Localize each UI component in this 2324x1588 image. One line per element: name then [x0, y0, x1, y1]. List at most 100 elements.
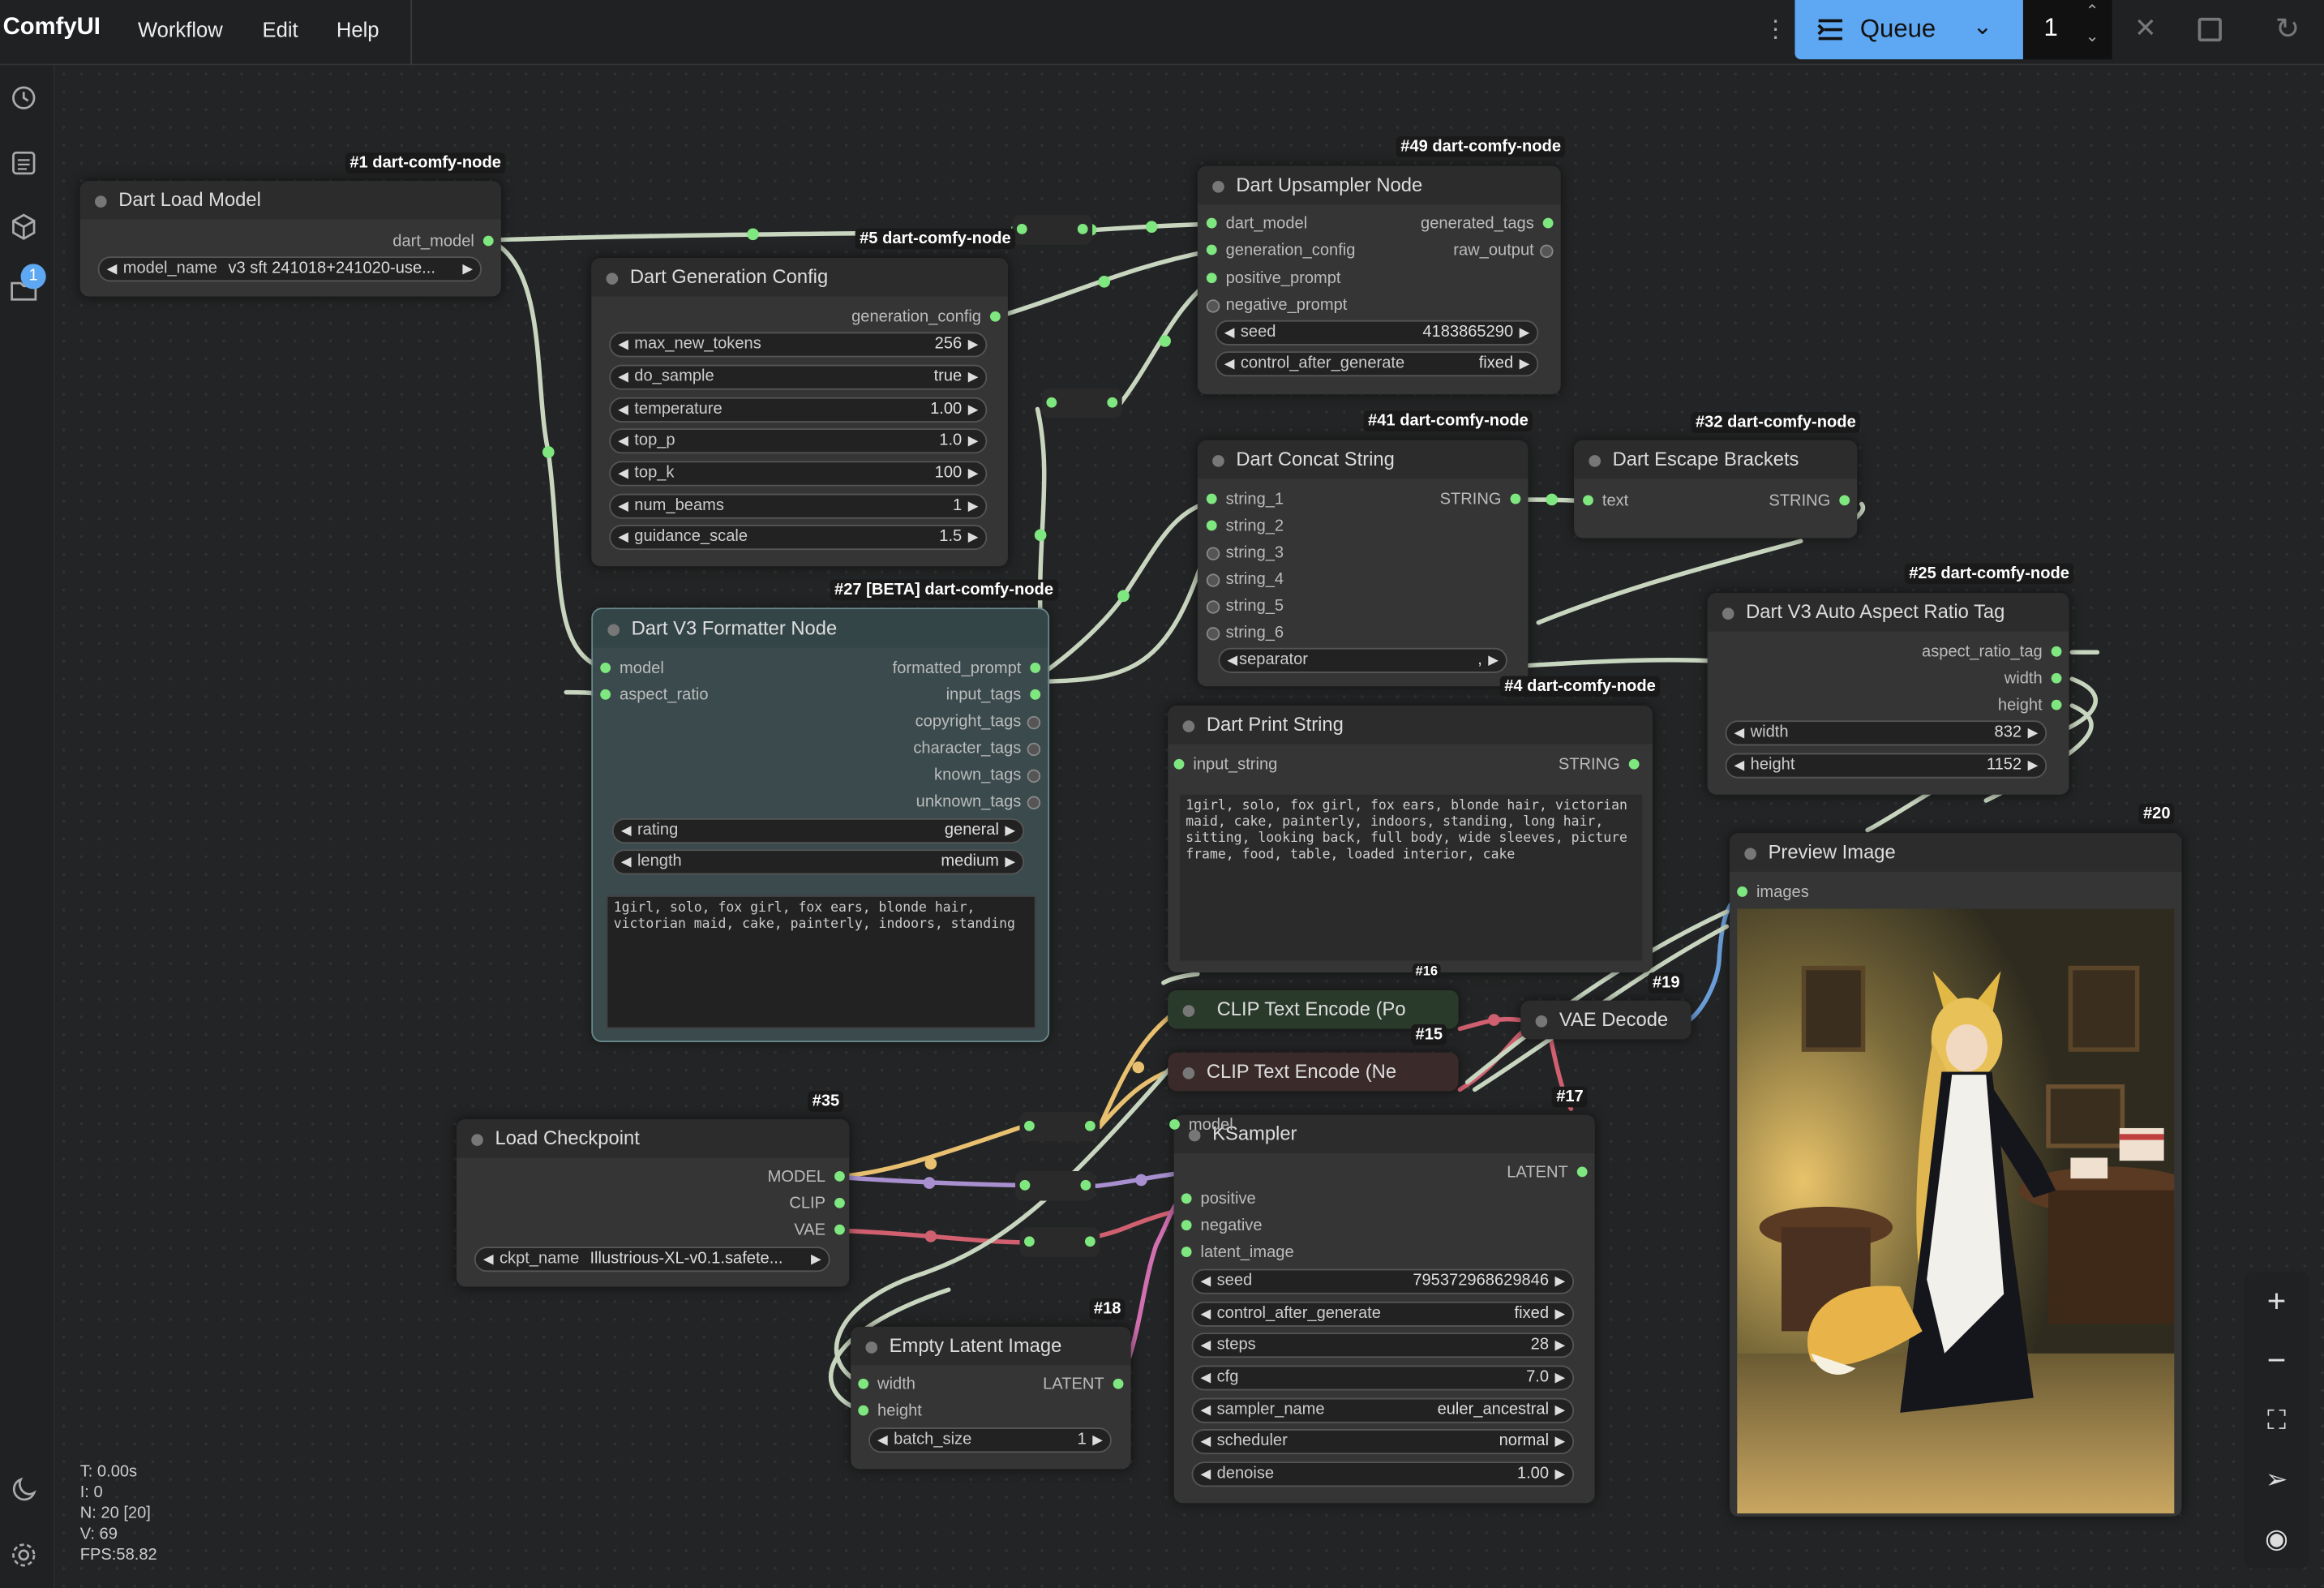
- output-dart-model[interactable]: dart_model: [392, 231, 494, 252]
- output-aspect-ratio-tag[interactable]: aspect_ratio_tag: [1922, 642, 2063, 663]
- menu-edit[interactable]: Edit: [263, 18, 298, 41]
- widget-scheduler[interactable]: schedulernormal: [1191, 1428, 1575, 1455]
- output-vae[interactable]: VAE: [794, 1220, 846, 1241]
- output-character-tags[interactable]: character_tags: [913, 738, 1040, 759]
- node-title[interactable]: VAE Decode: [1520, 1000, 1692, 1040]
- cube-icon[interactable]: [9, 212, 39, 242]
- output-formatted-prompt[interactable]: formatted_prompt: [893, 659, 1040, 680]
- output-known-tags[interactable]: known_tags: [934, 765, 1040, 786]
- zoom-in-button[interactable]: +: [2244, 1272, 2309, 1332]
- chevron-up-icon[interactable]: ⌃: [2086, 2, 2099, 21]
- output-string[interactable]: STRING: [1440, 489, 1520, 510]
- reroute-node[interactable]: [1019, 1227, 1100, 1257]
- input-images[interactable]: images: [1737, 882, 1809, 903]
- square-icon[interactable]: [2198, 17, 2222, 42]
- widget-width[interactable]: width832: [1725, 720, 2047, 746]
- widget-temperature[interactable]: temperature1.00: [609, 397, 988, 423]
- widget-length[interactable]: lengthmedium: [611, 849, 1025, 875]
- output-width[interactable]: width: [2005, 668, 2061, 689]
- output-generated-tags[interactable]: generated_tags: [1421, 213, 1554, 234]
- output-copyright-tags[interactable]: copyright_tags: [915, 711, 1040, 732]
- node-title[interactable]: Dart V3 Formatter Node: [593, 609, 1048, 648]
- output-height[interactable]: height: [1998, 695, 2062, 716]
- zoom-out-button[interactable]: −: [2244, 1331, 2309, 1391]
- widget-ckpt-name[interactable]: ckpt_nameIllustrious-XL-v0.1.safete...: [474, 1247, 830, 1273]
- node-dart-load-model[interactable]: Dart Load Model dart_model model_namev3 …: [79, 180, 501, 297]
- widget-model-name[interactable]: model_namev3 sft 241018+241020-use...: [97, 256, 482, 282]
- widget-seed[interactable]: seed4183865290: [1215, 320, 1539, 345]
- node-dart-print-string[interactable]: Dart Print String input_string STRING 1g…: [1168, 706, 1653, 973]
- widget-control-after-generate[interactable]: control_after_generatefixed: [1191, 1301, 1575, 1327]
- input-string-2[interactable]: string_2: [1206, 516, 1284, 537]
- locate-button[interactable]: ➢: [2244, 1449, 2309, 1509]
- toggle-visibility-button[interactable]: ◉: [2244, 1509, 2309, 1569]
- widget-cfg[interactable]: cfg7.0: [1191, 1365, 1575, 1391]
- node-title[interactable]: Dart Upsampler Node: [1197, 165, 1561, 205]
- widget-control-after-generate[interactable]: control_after_generatefixed: [1215, 351, 1539, 377]
- input-input-string[interactable]: input_string: [1173, 754, 1277, 775]
- input-height[interactable]: height: [858, 1401, 922, 1422]
- node-vae-decode[interactable]: VAE Decode: [1520, 1000, 1692, 1040]
- widget-top-p[interactable]: top_p1.0: [609, 428, 988, 454]
- node-title[interactable]: Dart Generation Config: [591, 258, 1008, 297]
- widget-top-k[interactable]: top_k100: [609, 461, 988, 487]
- input-string-5[interactable]: string_5: [1206, 596, 1284, 617]
- node-dart-v3-auto-aspect-ratio-tag[interactable]: Dart V3 Auto Aspect Ratio Tag aspect_rat…: [1707, 593, 2069, 795]
- batch-count-input[interactable]: 1 ⌃ ⌄: [2022, 0, 2112, 60]
- widget-separator[interactable]: separator,: [1218, 647, 1507, 673]
- settings-icon[interactable]: [9, 1540, 39, 1570]
- node-title[interactable]: CLIP Text Encode (Ne: [1168, 1052, 1459, 1092]
- widget-guidance-scale[interactable]: guidance_scale1.5: [609, 525, 988, 551]
- widget-steps[interactable]: steps28: [1191, 1333, 1575, 1358]
- input-width[interactable]: width: [858, 1374, 915, 1395]
- menu-help[interactable]: Help: [337, 18, 379, 41]
- node-title[interactable]: CLIP Text Encode (Po: [1168, 989, 1459, 1029]
- input-model[interactable]: model: [1169, 1115, 1233, 1136]
- widget-num-beams[interactable]: num_beams1: [609, 493, 988, 519]
- generated-image[interactable]: [1737, 908, 2175, 1514]
- output-string[interactable]: STRING: [1769, 491, 1850, 512]
- input-generation-config[interactable]: generation_config: [1206, 240, 1355, 261]
- output-unknown-tags[interactable]: unknown_tags: [916, 792, 1041, 813]
- chevron-down-icon[interactable]: ⌄: [1973, 12, 1993, 42]
- node-title[interactable]: Load Checkpoint: [456, 1118, 850, 1158]
- node-title[interactable]: Dart V3 Auto Aspect Ratio Tag: [1707, 593, 2069, 632]
- output-clip[interactable]: CLIP: [789, 1193, 846, 1214]
- input-latent-image[interactable]: latent_image: [1181, 1243, 1294, 1264]
- widget-denoise[interactable]: denoise1.00: [1191, 1461, 1575, 1487]
- node-title[interactable]: Dart Concat String: [1197, 440, 1529, 479]
- output-latent[interactable]: LATENT: [1043, 1374, 1125, 1395]
- widget-rating[interactable]: ratinggeneral: [611, 818, 1025, 844]
- widget-max-new-tokens[interactable]: max_new_tokens256: [609, 332, 988, 358]
- queue-button[interactable]: Queue ⌄: [1794, 0, 2023, 60]
- output-input-tags[interactable]: input_tags: [946, 685, 1040, 706]
- output-string[interactable]: STRING: [1559, 754, 1639, 775]
- reroute-node[interactable]: [1012, 215, 1093, 245]
- node-title[interactable]: Dart Print String: [1168, 706, 1653, 745]
- node-dart-concat-string[interactable]: Dart Concat String string_1 string_2 str…: [1197, 440, 1529, 687]
- widget-height[interactable]: height1152: [1725, 753, 2047, 779]
- input-string-3[interactable]: string_3: [1206, 543, 1284, 564]
- reroute-node[interactable]: [1015, 1170, 1096, 1201]
- node-title[interactable]: KSampler: [1173, 1114, 1595, 1154]
- reroute-node[interactable]: [1041, 388, 1122, 418]
- output-model[interactable]: MODEL: [768, 1166, 846, 1187]
- prompt-textarea[interactable]: 1girl, solo, fox girl, fox ears, blonde …: [606, 895, 1036, 1029]
- input-text[interactable]: text: [1583, 491, 1628, 512]
- input-string-6[interactable]: string_6: [1206, 623, 1284, 644]
- input-dart-model[interactable]: dart_model: [1206, 213, 1307, 234]
- node-dart-v3-formatter[interactable]: Dart V3 Formatter Node model aspect_rati…: [591, 607, 1050, 1042]
- output-latent[interactable]: LATENT: [1507, 1162, 1589, 1183]
- node-clip-text-encode-positive[interactable]: CLIP Text Encode (Po: [1168, 989, 1459, 1029]
- fit-view-button[interactable]: ⛶: [2244, 1390, 2309, 1450]
- input-aspect-ratio[interactable]: aspect_ratio: [600, 685, 709, 706]
- node-empty-latent-image[interactable]: Empty Latent Image width height LATENT b…: [851, 1326, 1131, 1470]
- widget-do-sample[interactable]: do_sampletrue: [609, 364, 988, 390]
- node-ksampler[interactable]: KSampler model positive negative latent_…: [1169, 1114, 1595, 1504]
- node-dart-generation-config[interactable]: Dart Generation Config generation_config…: [591, 258, 1008, 567]
- reroute-node[interactable]: [1019, 1111, 1100, 1142]
- node-title[interactable]: Empty Latent Image: [851, 1326, 1131, 1366]
- node-dart-upsampler[interactable]: Dart Upsampler Node dart_model generatio…: [1197, 165, 1561, 395]
- input-string-1[interactable]: string_1: [1206, 489, 1284, 510]
- node-load-checkpoint[interactable]: Load Checkpoint MODEL CLIP VAE ckpt_name…: [456, 1118, 850, 1287]
